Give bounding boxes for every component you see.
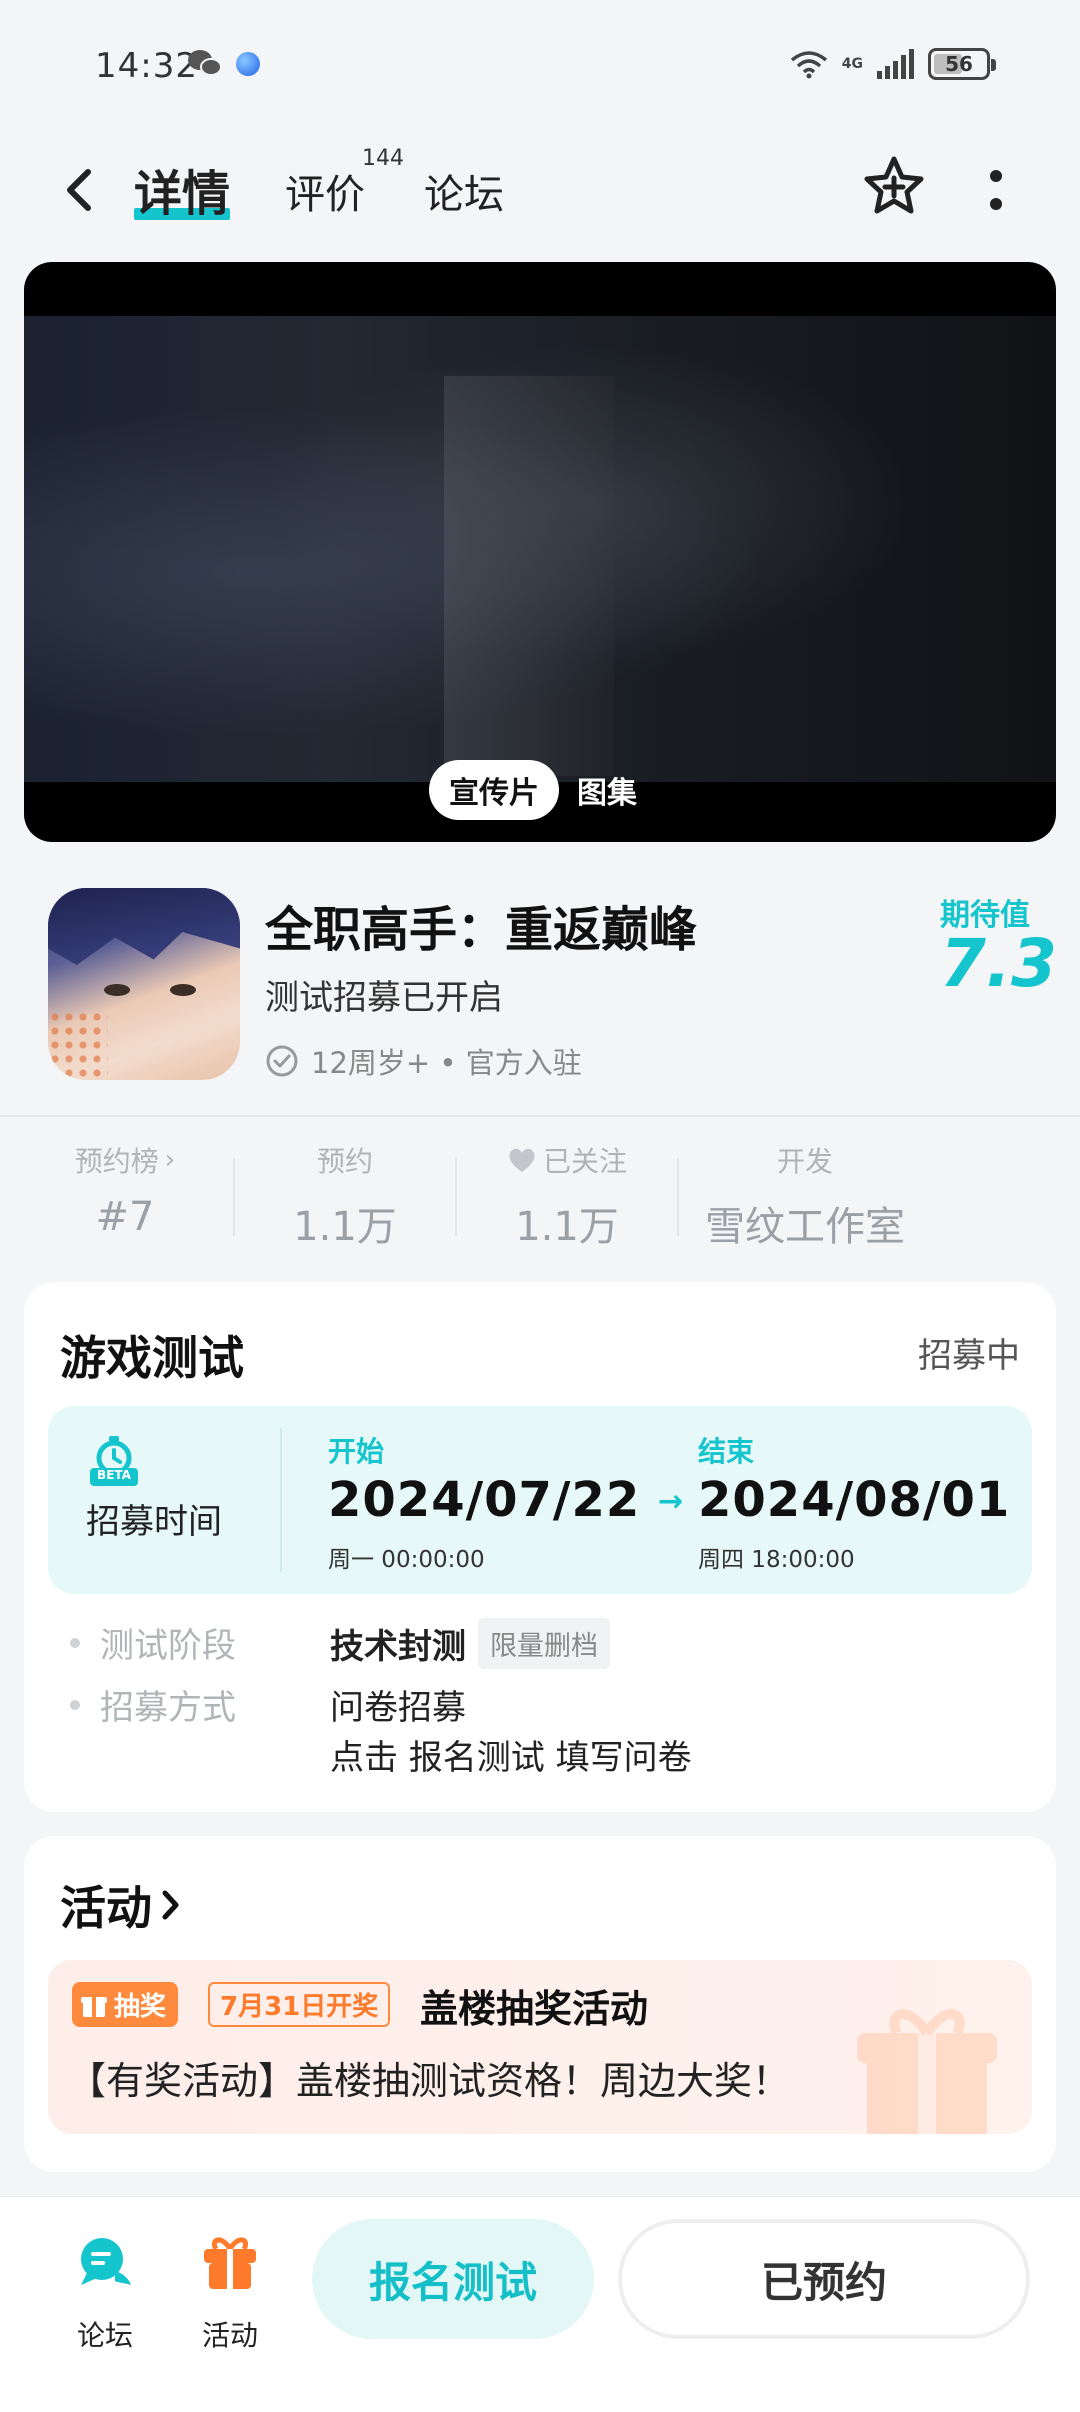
heart-icon [509,1148,535,1172]
battery-level: 56 [945,52,973,76]
activity-card: 活动 抽奖 7月31日开奖 盖楼抽奖活动 【有奖活动】盖楼抽测试资格！周边大奖！ [24,1836,1056,2172]
key-label: 测试阶段 [100,1626,236,1666]
recruit-time-label: 招募时间 [86,1502,222,1542]
recruit-time-box: BETA 招募时间 开始 2024/07/22 周一 00:00:00 → 结束… [48,1406,1032,1594]
gift-icon [81,1996,107,2017]
developer-name: 雪纹工作室 [705,1204,905,1250]
stat-developer[interactable]: 开发 雪纹工作室 [690,1140,920,1252]
end-weekday-time: 周四 18:00:00 [698,1547,855,1573]
activity-description: 【有奖活动】盖楼抽测试资格！周边大奖！ [68,2059,791,2103]
stat-reservations: 预约 1.1万 [240,1140,450,1252]
review-count-badge: 144 [362,146,404,171]
activity-button[interactable]: 活动 [180,2233,280,2354]
stat-value: 1.1万 [293,1204,397,1250]
top-nav: 详情 评价 144 论坛 [0,140,1080,240]
tab-forum[interactable]: 论坛 [424,162,504,220]
stat-label: 预约榜 [74,1145,159,1178]
beta-label: BETA [97,1468,131,1482]
tab-gallery[interactable]: 图集 [577,768,637,812]
recruit-method-key: 招募方式 [70,1680,236,1729]
test-stage-value: 技术封测 限量删档 [330,1618,610,1669]
divider [677,1158,679,1236]
divider [280,1428,282,1572]
game-meta: 12周岁+ • 官方入驻 [265,1040,582,1082]
recruit-method-note: 点击 报名测试 填写问卷 [330,1738,692,1778]
activity-item[interactable]: 抽奖 7月31日开奖 盖楼抽奖活动 【有奖活动】盖楼抽测试资格！周边大奖！ [48,1960,1032,2134]
video-frame [24,316,1056,782]
stage-label: 技术封测 [330,1627,466,1667]
chevron-right-icon [162,1890,179,1920]
promo-video[interactable]: 宣传片 图集 [24,262,1056,842]
verified-check-icon [266,1045,298,1077]
stat-value: #7 [95,1194,155,1240]
tab-details-label: 详情 [134,166,231,222]
activity-section-header[interactable]: 活动 [60,1872,182,1938]
game-subtitle: 测试招募已开启 [265,978,503,1018]
recruit-status: 招募中 [918,1336,1020,1376]
end-label: 结束 [698,1435,755,1468]
gift-icon [204,2237,256,2289]
expectation-value: 7.3 [940,925,1057,1002]
stat-label: 已关注 [542,1145,627,1178]
activity-name: 盖楼抽奖活动 [420,1987,649,2031]
game-test-card: 游戏测试 招募中 BETA 招募时间 开始 2024/07/22 周一 00:0… [24,1282,1056,1812]
battery-icon: 56 [928,48,996,80]
gift-watermark-icon [857,2009,997,2134]
signal-icon [877,49,914,79]
divider [455,1158,457,1236]
age-rating: 12周岁+ • 官方入驻 [311,1046,582,1080]
start-date: 2024/07/22 [328,1472,641,1528]
end-date: 2024/08/01 [698,1472,1011,1528]
stat-reserve-rank[interactable]: 预约榜 › #7 [20,1140,230,1240]
tab-promo-video[interactable]: 宣传片 [429,760,559,820]
reserved-button[interactable]: 已预约 [618,2219,1030,2339]
section-title: 游戏测试 [60,1331,244,1385]
tab-details[interactable]: 详情 [134,154,231,224]
stat-label: 预约 [316,1145,373,1178]
start-weekday-time: 周一 00:00:00 [328,1547,485,1573]
notification-icons [188,50,260,78]
draw-date-badge: 7月31日开奖 [208,1982,391,2027]
chevron-right-icon: › [164,1145,176,1175]
system-icons: 4G 56 [790,48,996,80]
forum-button[interactable]: 论坛 [55,2233,155,2354]
stat-label: 开发 [776,1145,833,1178]
favorite-star-icon[interactable] [862,154,926,218]
wifi-icon [790,51,827,79]
back-arrow-icon[interactable] [60,168,100,212]
stage-tag: 限量删档 [478,1618,610,1669]
stat-value: 1.1万 [515,1204,619,1250]
wechat-icon [188,50,224,78]
divider [233,1158,235,1236]
start-label: 开始 [328,1435,385,1468]
section-title: 活动 [60,1881,152,1935]
status-time: 14:32 [95,46,198,86]
divider [0,1115,1080,1117]
test-stage-key: 测试阶段 [70,1618,236,1667]
activity-label: 活动 [201,2319,258,2352]
stat-followers: 已关注 1.1万 [462,1140,672,1252]
bottom-action-bar: 论坛 活动 报名测试 已预约 [0,2196,1080,2412]
chat-bubble-icon [81,2238,131,2285]
app-notification-icon [236,52,260,76]
game-title: 全职高手：重返巅峰 [265,902,698,958]
network-type: 4G [841,56,863,72]
arrow-right-icon: → [658,1484,684,1519]
lottery-badge: 抽奖 [72,1982,179,2027]
game-icon [48,888,240,1080]
key-label: 招募方式 [100,1688,236,1728]
more-options-icon[interactable] [984,170,1008,210]
forum-label: 论坛 [76,2319,133,2352]
recruit-method-value: 问卷招募 [330,1688,466,1728]
signup-test-button[interactable]: 报名测试 [312,2219,594,2339]
media-tabs: 宣传片 图集 [429,760,637,820]
tab-reviews[interactable]: 评价 [285,162,365,220]
lottery-badge-label: 抽奖 [114,1992,167,2022]
